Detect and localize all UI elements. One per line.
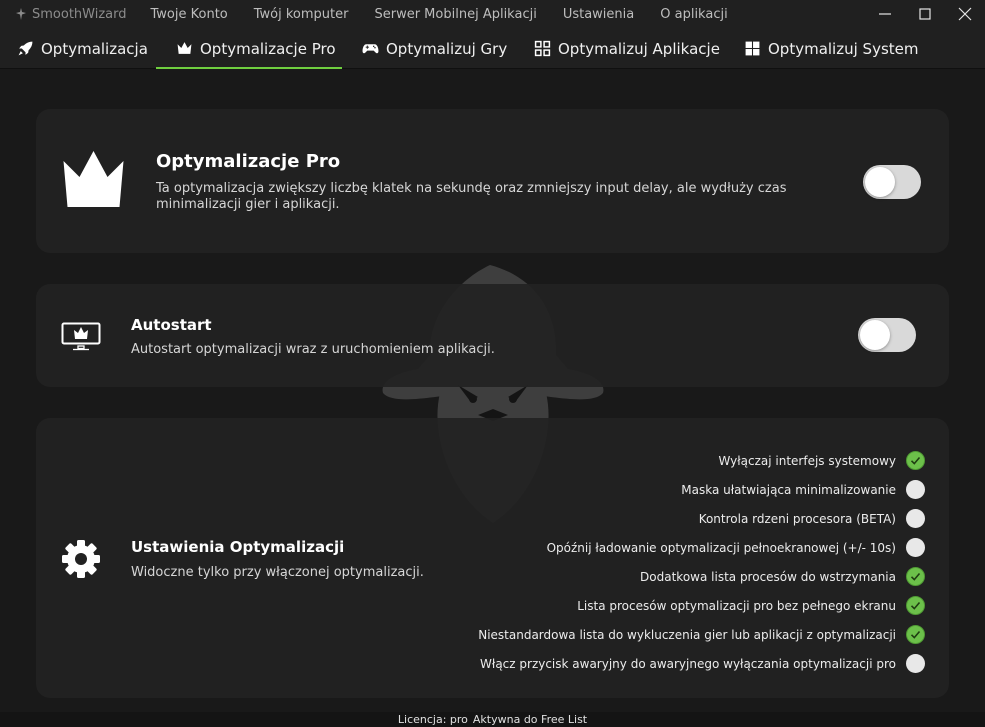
option-row[interactable]: Maska ułatwiająca minimalizowanie: [478, 475, 925, 504]
autostart-toggle[interactable]: [858, 318, 916, 352]
option-row[interactable]: Dodatkowa lista procesów do wstrzymania: [478, 562, 925, 591]
grid-icon: [534, 40, 551, 57]
tab-label: Optymalizuj System: [768, 39, 919, 58]
option-label: Wyłączaj interfejs systemowy: [718, 453, 896, 468]
crown-icon: [177, 42, 192, 54]
license-label: Licencja: pro: [397, 713, 468, 726]
check-icon: [910, 630, 921, 639]
option-label: Kontrola rdzeni procesora (BETA): [698, 511, 896, 526]
windows-icon: [745, 41, 760, 56]
settings-title: Ustawienia Optymalizacji: [131, 538, 345, 556]
option-checkbox[interactable]: [906, 480, 925, 499]
option-row[interactable]: Kontrola rdzeni procesora (BETA): [478, 504, 925, 533]
tab-optimization[interactable]: Optymalizacja: [17, 28, 148, 69]
check-icon: [910, 601, 921, 610]
option-label: Niestandardowa lista do wykluczenia gier…: [478, 627, 896, 642]
option-row[interactable]: Niestandardowa lista do wykluczenia gier…: [478, 620, 925, 649]
menu-item-settings[interactable]: Ustawienia: [563, 7, 634, 22]
rocket-icon: [18, 41, 33, 56]
option-row[interactable]: Lista procesów optymalizacji pro bez peł…: [478, 591, 925, 620]
options-list: Wyłączaj interfejs systemowy Maska ułatw…: [478, 446, 925, 678]
menu-item-account[interactable]: Twoje Konto: [151, 7, 228, 22]
gear-icon: [62, 540, 100, 578]
gamepad-icon: [362, 44, 379, 54]
pro-card-description: Ta optymalizacja zwiększy liczbę klatek …: [156, 181, 787, 212]
maximize-icon: [919, 8, 931, 20]
pro-optimization-toggle[interactable]: [863, 165, 921, 199]
option-label: Maska ułatwiająca minimalizowanie: [681, 482, 896, 497]
check-icon: [910, 572, 921, 581]
main-content: Optymalizacje Pro Ta optymalizacja zwięk…: [0, 69, 985, 712]
optimization-settings-card: Ustawienia Optymalizacji Widoczne tylko …: [36, 418, 949, 698]
option-checkbox[interactable]: [906, 451, 925, 470]
close-button[interactable]: [945, 0, 985, 28]
title-bar: SmoothWizard Twoje Konto Twój komputer S…: [0, 0, 985, 28]
autostart-title: Autostart: [131, 316, 212, 334]
crown-icon: [63, 151, 124, 207]
minimize-button[interactable]: [865, 0, 905, 28]
tab-optimize-games[interactable]: Optymalizuj Gry: [362, 28, 507, 69]
tab-label: Optymalizacje Pro: [200, 39, 336, 58]
option-checkbox[interactable]: [906, 538, 925, 557]
settings-description: Widoczne tylko przy włączonej optymaliza…: [131, 565, 424, 580]
tab-label: Optymalizuj Aplikacje: [558, 39, 720, 58]
menu-item-about[interactable]: O aplikacji: [660, 7, 727, 22]
option-label: Włącz przycisk awaryjny do awaryjnego wy…: [480, 656, 896, 671]
minimize-icon: [879, 13, 891, 15]
pro-optimization-card: Optymalizacje Pro Ta optymalizacja zwięk…: [36, 109, 949, 253]
option-row[interactable]: Wyłączaj interfejs systemowy: [478, 446, 925, 475]
option-checkbox[interactable]: [906, 654, 925, 673]
tab-optimize-system[interactable]: Optymalizuj System: [744, 28, 918, 69]
maximize-button[interactable]: [905, 0, 945, 28]
tab-optimize-apps[interactable]: Optymalizuj Aplikacje: [534, 28, 720, 69]
menu-bar: Twoje Konto Twój komputer Serwer Mobilne…: [151, 7, 754, 22]
license-status: Aktywna do Free List: [472, 713, 588, 726]
app-name: SmoothWizard: [32, 6, 127, 22]
autostart-card: Autostart Autostart optymalizacji wraz z…: [36, 284, 949, 387]
toggle-knob: [860, 320, 890, 350]
option-label: Opóźnij ładowanie optymalizacji pełnoekr…: [546, 540, 896, 555]
option-label: Dodatkowa lista procesów do wstrzymania: [640, 569, 896, 584]
tab-bar: Optymalizacja Optymalizacje Pro Optymali…: [0, 28, 985, 69]
option-checkbox[interactable]: [906, 509, 925, 528]
monitor-crown-icon: [61, 322, 101, 351]
autostart-description: Autostart optymalizacji wraz z uruchomie…: [131, 342, 495, 357]
option-row[interactable]: Włącz przycisk awaryjny do awaryjnego wy…: [478, 649, 925, 678]
tab-label: Optymalizuj Gry: [386, 39, 508, 58]
tab-optimization-pro[interactable]: Optymalizacje Pro: [156, 28, 342, 69]
toggle-knob: [865, 167, 895, 197]
wizard-logo-icon: [16, 8, 26, 20]
close-icon: [958, 7, 972, 21]
status-bar: Licencja: pro Aktywna do Free List: [0, 712, 985, 727]
pro-card-title: Optymalizacje Pro: [156, 151, 341, 172]
option-checkbox[interactable]: [906, 567, 925, 586]
option-label: Lista procesów optymalizacji pro bez peł…: [577, 598, 896, 613]
check-icon: [910, 456, 921, 465]
menu-item-computer[interactable]: Twój komputer: [254, 7, 349, 22]
option-checkbox[interactable]: [906, 625, 925, 644]
app-brand: SmoothWizard: [14, 7, 127, 22]
window-controls: [865, 0, 985, 28]
menu-item-mobile-server[interactable]: Serwer Mobilnej Aplikacji: [374, 7, 536, 22]
tab-label: Optymalizacja: [41, 39, 148, 58]
option-checkbox[interactable]: [906, 596, 925, 615]
option-row[interactable]: Opóźnij ładowanie optymalizacji pełnoekr…: [478, 533, 925, 562]
